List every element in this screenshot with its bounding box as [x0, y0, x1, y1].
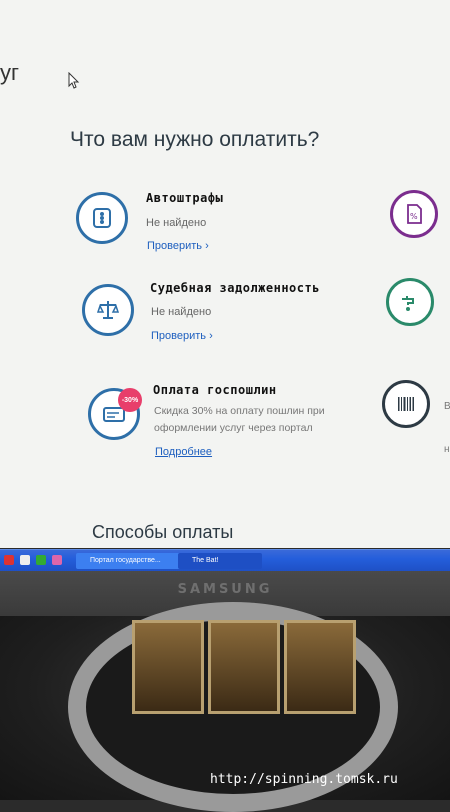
service-title: Судебная задолженность: [150, 281, 320, 295]
watermark: http://spinning.tomsk.ru: [210, 772, 398, 787]
header-logo-fragment: уг: [0, 60, 20, 85]
icon-frames: [132, 620, 356, 714]
taskbar-mail-button[interactable]: The Bat!: [178, 553, 262, 569]
tax-document-icon[interactable]: %: [390, 190, 438, 238]
service-description: Скидка 30% на оплату пошлин при оформлен…: [154, 405, 325, 434]
check-link[interactable]: Проверить ›: [147, 240, 209, 252]
app-icon[interactable]: [36, 555, 46, 565]
svg-text:%: %: [410, 212, 418, 221]
app-icon[interactable]: [4, 555, 14, 565]
page-title: Что вам нужно оплатить?: [70, 128, 320, 151]
service-title: Автоштрафы: [146, 191, 224, 205]
quick-launch: [4, 555, 62, 565]
icon-picture: [284, 620, 356, 714]
traffic-light-icon: [76, 192, 128, 244]
service-status: Не найдено: [151, 306, 212, 318]
app-icon[interactable]: [52, 555, 62, 565]
mouse-cursor-icon: [68, 72, 80, 89]
icon-picture: [132, 620, 204, 714]
discount-badge: -30%: [118, 388, 142, 412]
payment-methods-title: Способы оплаты: [92, 522, 234, 542]
icon-picture: [208, 620, 280, 714]
taskbar-browser-button[interactable]: Портал государстве...: [76, 553, 184, 569]
service-status: Не найдено: [146, 217, 207, 229]
app-icon[interactable]: [20, 555, 30, 565]
check-link[interactable]: Проверить ›: [151, 330, 213, 342]
service-title: Оплата госпошлин: [153, 383, 277, 397]
browser-viewport: уг Что вам нужно оплатить? Автоштрафы Не…: [0, 0, 450, 548]
windows-taskbar: Портал государстве... The Bat!: [0, 549, 450, 572]
barcode-icon[interactable]: [382, 380, 430, 428]
right-text-fragment: н: [444, 444, 450, 455]
water-tap-icon[interactable]: [386, 278, 434, 326]
scales-icon: [82, 284, 134, 336]
monitor-brand: SAMSUNG: [177, 582, 273, 597]
right-text-fragment: В: [444, 401, 450, 412]
more-link[interactable]: Подробнее: [155, 446, 212, 458]
